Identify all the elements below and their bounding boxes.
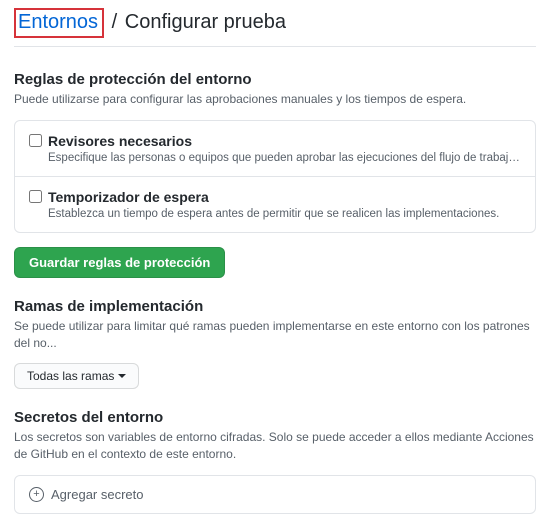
- secrets-desc: Los secretos son variables de entorno ci…: [14, 429, 536, 463]
- branches-section: Ramas de implementación Se puede utiliza…: [14, 298, 536, 390]
- plus-circle-icon: +: [29, 487, 44, 502]
- protection-rules-box: Revisores necesarios Especifique las per…: [14, 120, 536, 233]
- rule-desc: Especifique las personas o equipos que p…: [48, 152, 521, 164]
- save-protection-button[interactable]: Guardar reglas de protección: [14, 247, 225, 278]
- rule-checkbox-wait[interactable]: [29, 190, 42, 203]
- branches-dropdown[interactable]: Todas las ramas: [14, 363, 139, 389]
- rule-wait-timer: Temporizador de espera Establezca un tie…: [15, 177, 535, 232]
- branches-desc: Se puede utilizar para limitar qué ramas…: [14, 318, 536, 352]
- breadcrumb-root-link[interactable]: Entornos: [18, 11, 98, 33]
- protection-title: Reglas de protección del entorno: [14, 71, 536, 88]
- rule-label: Revisores necesarios: [48, 133, 192, 149]
- protection-desc: Puede utilizarse para configurar las apr…: [14, 91, 536, 108]
- add-secret-label: Agregar secreto: [51, 487, 144, 502]
- breadcrumb-current: Configurar prueba: [125, 11, 286, 33]
- caret-down-icon: [118, 374, 126, 378]
- breadcrumb-separator: /: [112, 11, 118, 33]
- rule-checkbox-reviewers[interactable]: [29, 134, 42, 147]
- rule-label: Temporizador de espera: [48, 189, 209, 205]
- highlight-box: Entornos: [14, 8, 104, 38]
- secrets-section: Secretos del entorno Los secretos son va…: [14, 409, 536, 514]
- branches-dropdown-label: Todas las ramas: [27, 369, 114, 383]
- branches-title: Ramas de implementación: [14, 298, 536, 315]
- secrets-title: Secretos del entorno: [14, 409, 536, 426]
- add-secret-button[interactable]: + Agregar secreto: [14, 475, 536, 514]
- rule-desc: Establezca un tiempo de espera antes de …: [48, 208, 521, 220]
- protection-section: Reglas de protección del entorno Puede u…: [14, 71, 536, 278]
- rule-required-reviewers: Revisores necesarios Especifique las per…: [15, 121, 535, 177]
- breadcrumb: Entornos / Configurar prueba: [14, 8, 536, 47]
